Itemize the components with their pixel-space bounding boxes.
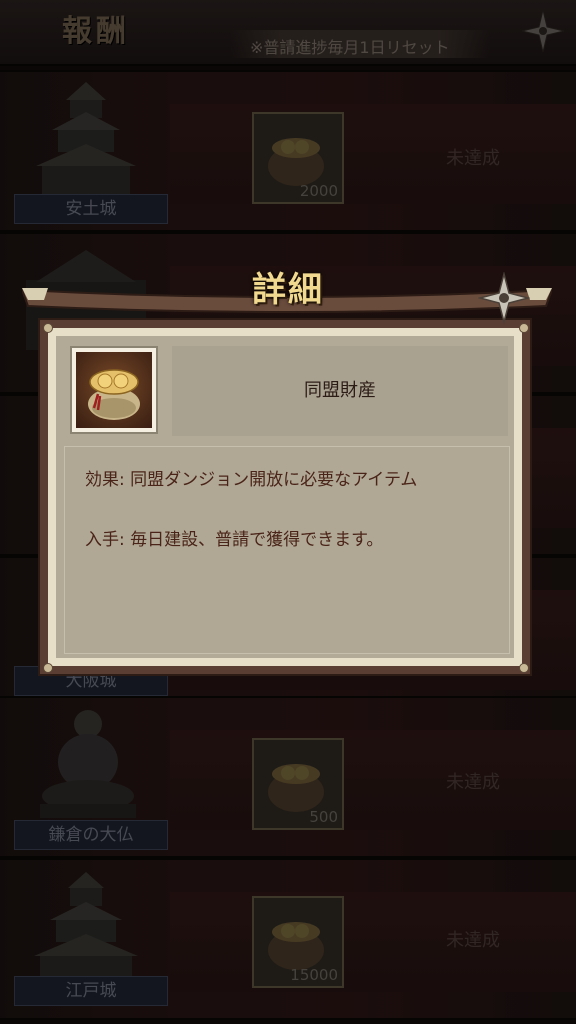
money-bag-icon	[88, 369, 140, 420]
description-panel: 効果: 同盟ダンジョン開放に必要なアイテム 入手: 毎日建設、普請で獲得できます…	[64, 446, 510, 654]
item-name: 同盟財産	[304, 380, 376, 401]
item-icon-background	[76, 352, 152, 428]
item-name-panel: 同盟財産	[172, 346, 508, 436]
rivet-decoration	[43, 323, 53, 333]
rivet-decoration	[43, 663, 53, 673]
effect-text: 効果: 同盟ダンジョン開放に必要なアイテム	[85, 470, 418, 490]
rivet-decoration	[519, 663, 529, 673]
item-icon-frame	[70, 346, 158, 434]
dialog-title: 詳細	[252, 270, 324, 310]
rivet-decoration	[519, 323, 529, 333]
obtain-text: 入手: 毎日建設、普請で獲得できます。	[85, 530, 384, 550]
shuriken-close-icon[interactable]	[478, 272, 530, 324]
